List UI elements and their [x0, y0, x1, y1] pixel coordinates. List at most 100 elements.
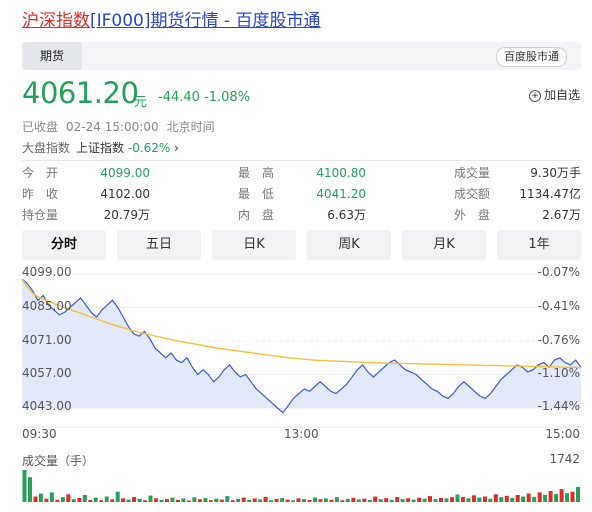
volume-bar — [132, 496, 137, 502]
price-area — [22, 278, 581, 413]
volume-bar — [466, 498, 471, 502]
volume-bar — [176, 499, 180, 502]
volume-bar — [537, 492, 542, 502]
status-timezone: 北京时间 — [166, 120, 215, 134]
volume-bar — [137, 498, 142, 502]
add-favorite-button[interactable]: + 加自选 — [528, 86, 580, 103]
title-suffix-link[interactable]: 期货行情 - 百度股市通 — [151, 11, 321, 31]
stat-item: 内 盘 6.63万 — [238, 206, 366, 224]
tab-one-year[interactable]: 1年 — [497, 230, 581, 260]
stat-value: 4100.80 — [316, 166, 366, 180]
intraday-chart[interactable] — [0, 262, 592, 452]
volume-bar — [219, 499, 224, 502]
volume-bar — [263, 496, 268, 502]
volume-bar — [313, 497, 317, 502]
tab-monthly-k[interactable]: 月K — [402, 230, 486, 260]
y-right-tick-label: -0.41% — [537, 299, 580, 313]
volume-bar — [351, 497, 356, 502]
volume-bar — [504, 495, 509, 502]
volume-bar — [444, 498, 449, 502]
volume-label: 成交量（手） — [22, 454, 95, 468]
tab-weekly-k[interactable]: 周K — [307, 230, 391, 260]
price-unit: 元 — [134, 95, 148, 110]
volume-bar — [148, 495, 153, 502]
stat-item: 持仓量 20.79万 — [22, 206, 150, 224]
volume-bar — [576, 486, 580, 502]
x-tick-label: 15:00 — [545, 427, 580, 441]
volume-bar — [510, 498, 515, 502]
volume-bar — [197, 499, 202, 502]
tab-daily-k[interactable]: 日K — [212, 230, 296, 260]
volume-bar — [367, 500, 372, 502]
volume-bar — [340, 500, 345, 502]
stat-label: 内 盘 — [238, 208, 275, 222]
market-index-link[interactable]: 大盘指数 上证指数 -0.62% › — [22, 139, 179, 156]
tab-intraday[interactable]: 分时 — [22, 230, 106, 260]
volume-bar — [406, 498, 411, 502]
stat-item: 成交额 1134.47亿 — [454, 185, 581, 203]
tab-futures[interactable]: 期货 — [22, 42, 82, 70]
volume-bar — [274, 498, 279, 502]
y-right-tick-label: -0.07% — [537, 265, 580, 279]
stat-label: 外 盘 — [454, 208, 491, 222]
volume-bar — [356, 499, 361, 502]
volume-bar — [532, 496, 537, 502]
x-tick-label: 13:00 — [284, 427, 319, 441]
volume-bar — [477, 497, 482, 502]
volume-bar — [482, 496, 487, 502]
current-price: 4061.20 — [22, 76, 139, 110]
volume-bar — [411, 499, 416, 502]
volume-bar — [258, 499, 263, 502]
stat-value: 20.79万 — [103, 208, 150, 222]
volume-bar — [395, 497, 400, 502]
index-name-link[interactable]: 沪深指数 — [22, 11, 90, 31]
y-tick-label: 4057.00 — [22, 366, 72, 380]
volume-bar — [428, 496, 432, 502]
status-text: 已收盘 — [22, 120, 59, 134]
change-value: -44.40 — [158, 90, 200, 105]
y-tick-label: 4085.00 — [22, 299, 72, 313]
volume-bar — [93, 497, 98, 502]
volume-bar — [296, 498, 301, 502]
stat-label: 昨 收 — [22, 187, 59, 201]
stat-item: 成交量 9.30万手 — [454, 164, 581, 182]
add-favorite-label: 加自选 — [543, 88, 580, 102]
x-tick-label: 09:30 — [22, 427, 57, 441]
stat-value: 9.30万手 — [530, 166, 581, 180]
volume-bar — [186, 500, 191, 502]
volume-bar — [143, 500, 148, 502]
volume-bar — [241, 497, 246, 502]
stat-item: 今 开 4099.00 — [22, 164, 150, 182]
plus-circle-icon: + — [528, 90, 541, 102]
brand-badge[interactable]: 百度股市通 — [496, 47, 567, 67]
y-tick-label: 4043.00 — [22, 399, 72, 413]
stat-value: 4041.20 — [316, 187, 366, 201]
volume-bar — [422, 498, 427, 502]
volume-bar — [526, 493, 531, 502]
volume-bar — [55, 499, 60, 502]
volume-bar — [181, 498, 186, 502]
volume-bar — [471, 495, 476, 502]
status-datetime: 02-24 15:00:00 — [66, 120, 159, 134]
stat-label: 最 低 — [238, 187, 275, 201]
volume-bar — [493, 494, 498, 502]
volume-bar — [554, 494, 559, 502]
volume-bar — [126, 499, 131, 502]
volume-bar — [450, 497, 454, 502]
volume-bar — [439, 498, 443, 502]
volume-bar — [499, 497, 504, 502]
index-code-link[interactable]: [IF000] — [90, 11, 151, 31]
volume-bar — [22, 470, 27, 502]
volume-bar — [400, 499, 405, 502]
volume-bar — [515, 495, 520, 502]
volume-bar — [318, 499, 323, 502]
volume-bar — [323, 498, 328, 502]
tab-five-day[interactable]: 五日 — [117, 230, 201, 260]
volume-bar — [329, 499, 334, 502]
market-index-value: -0.62% — [127, 141, 171, 155]
volume-bar — [460, 496, 465, 502]
volume-bar — [236, 498, 241, 502]
volume-bar — [230, 500, 235, 502]
volume-bar — [488, 498, 493, 502]
stat-value: 2.67万 — [542, 208, 581, 222]
